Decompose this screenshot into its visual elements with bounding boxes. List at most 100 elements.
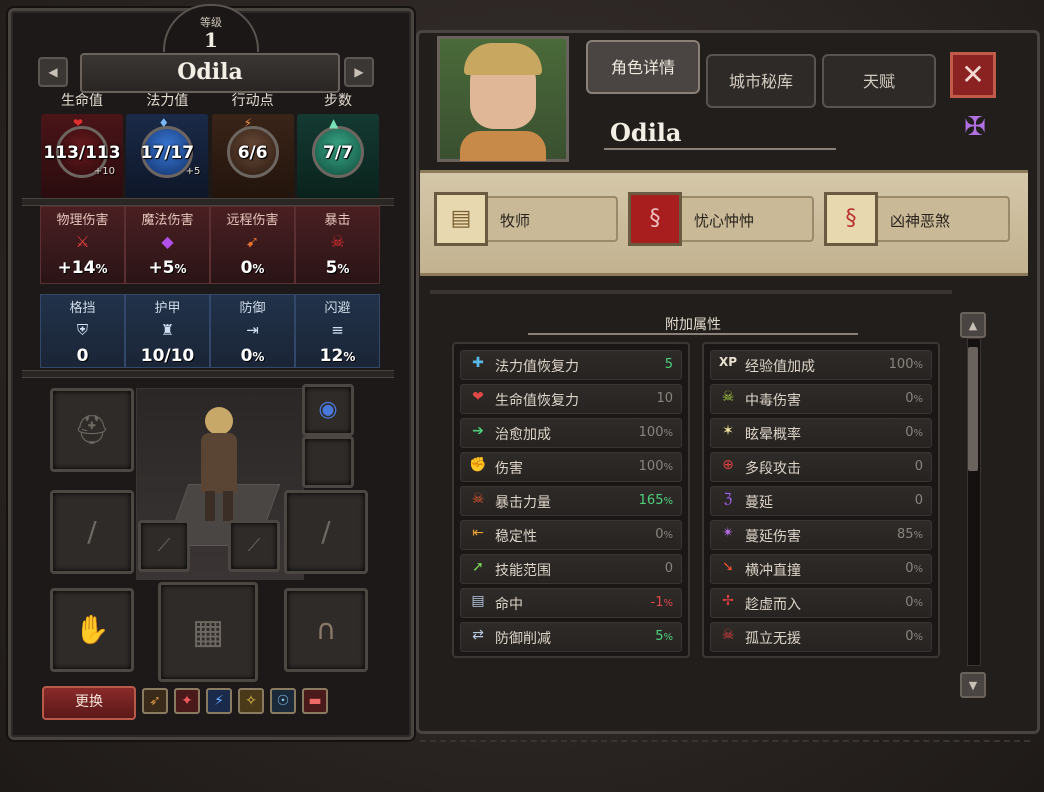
amulet-slot[interactable]: ◉ — [302, 384, 354, 436]
blood-sword-skill-icon[interactable]: ✦ — [174, 688, 200, 714]
character-body — [201, 433, 237, 493]
divider — [22, 198, 394, 206]
stat-value: 113/113 — [43, 143, 121, 163]
holy-strike-skill-icon[interactable]: ✧ — [238, 688, 264, 714]
swap-button[interactable]: 更换 — [42, 686, 136, 720]
attr-label: 横冲直撞 — [745, 563, 801, 579]
tab-talents[interactable]: 天赋 — [822, 54, 936, 108]
stat-title: 闪避 — [324, 301, 351, 316]
attr-isolated: ☠ 孤立无援 0% — [710, 622, 932, 652]
accuracy-icon: ▤ — [471, 593, 485, 609]
attr-spread: ℨ 蔓延 0 — [710, 486, 932, 516]
stat-title: 法力值 — [146, 93, 189, 109]
close-button[interactable]: ✕ — [950, 52, 996, 98]
attr-value: 0 — [914, 493, 923, 508]
attr-value: 10 — [656, 391, 673, 406]
attr-value: 0% — [905, 595, 923, 610]
spirit-skill-icon[interactable]: ☉ — [270, 688, 296, 714]
scroll-down-button[interactable]: ▼ — [960, 672, 986, 698]
attr-value: 0% — [905, 425, 923, 440]
stun-stars-icon: ✶ — [722, 423, 734, 439]
boots-slot[interactable]: ∩ — [284, 588, 368, 672]
trait-fierce[interactable]: § 凶神恶煞 — [824, 192, 1010, 246]
trait-label: 凶神恶煞 — [890, 212, 951, 230]
offhand-slot[interactable]: / — [284, 490, 368, 574]
trait-priest[interactable]: ▤ 牧师 — [434, 192, 618, 246]
stat-ranged-damage: 远程伤害 ➹ 0% — [210, 206, 295, 284]
dna-icon: § — [824, 192, 878, 246]
divider — [430, 290, 952, 294]
attr-value: 5 — [664, 357, 673, 372]
tab-character-details[interactable]: 角色详情 — [586, 40, 700, 94]
stat-title: 格挡 — [69, 301, 96, 316]
attr-value: -1% — [650, 595, 673, 610]
helmet-slot[interactable]: ⛑ — [50, 388, 134, 472]
attr-xp-bonus: XP 经验值加成 100% — [710, 350, 932, 380]
spread-icon: ℨ — [723, 491, 733, 507]
attr-spread-damage: ✴ 蔓延伤害 85% — [710, 520, 932, 550]
stat-regen: +5 — [185, 166, 201, 177]
lightning-blade-skill-icon[interactable]: ⚡ — [206, 688, 232, 714]
ring-slot[interactable] — [302, 436, 354, 488]
prev-character-button[interactable]: ◀ — [38, 57, 68, 87]
ring-slot-left[interactable]: ⟋ — [138, 520, 190, 572]
portrait-hair — [464, 43, 542, 75]
spread-damage-icon: ✴ — [722, 525, 734, 541]
crit-power-icon: ☠ — [471, 491, 485, 507]
poison-icon: ☠ — [721, 389, 735, 405]
stat-title: 物理伤害 — [56, 213, 109, 228]
attributes-left-list: ✚ 法力值恢复力 5 ❤ 生命值恢复力 10 ➔ 治愈加成 100% ✊ 伤害 … — [452, 342, 690, 658]
attr-label: 蔓延伤害 — [745, 529, 801, 545]
weapon-slot[interactable]: / — [50, 490, 134, 574]
spear-skill-icon[interactable]: ➶ — [142, 688, 168, 714]
dna-icon: § — [628, 192, 682, 246]
gloves-slot[interactable]: ✋ — [50, 588, 134, 672]
attr-value: 0% — [655, 527, 673, 542]
attr-label: 经验值加成 — [745, 359, 815, 375]
attr-charge: ➘ 横冲直撞 0% — [710, 554, 932, 584]
class-crest-icon: ✠ — [964, 112, 986, 142]
attr-value: 0% — [905, 391, 923, 406]
scroll-track[interactable] — [967, 338, 981, 666]
tab-city-vault[interactable]: 城市秘库 — [706, 54, 816, 108]
ring-slot-right[interactable]: ⟋ — [228, 520, 280, 572]
xp-icon: XP — [718, 355, 738, 369]
attributes-scrollbar[interactable]: ▲ ▼ — [960, 312, 986, 702]
attr-value: 100% — [638, 459, 673, 474]
trait-anxious[interactable]: § 忧心忡忡 — [628, 192, 814, 246]
stat-value: 5% — [325, 258, 350, 278]
scroll-thumb[interactable] — [968, 347, 978, 471]
next-character-button[interactable]: ▶ — [344, 57, 374, 87]
attr-mana-regen: ✚ 法力值恢复力 5 — [460, 350, 682, 380]
attr-crit-power: ☠ 暴击力量 165% — [460, 486, 682, 516]
stat-title: 步数 — [323, 93, 352, 109]
gloves-icon: ✋ — [74, 613, 110, 646]
attr-healing: ➔ 治愈加成 100% — [460, 418, 682, 448]
armor-slot[interactable]: ▦ — [158, 582, 258, 682]
stat-title: 防御 — [239, 301, 266, 316]
isolated-skull-icon: ☠ — [721, 627, 735, 643]
attr-value: 0% — [905, 561, 923, 576]
stat-title: 护甲 — [154, 301, 181, 316]
boots-icon: ∩ — [315, 613, 337, 646]
attr-label: 孤立无援 — [745, 631, 801, 647]
stat-value: +5% — [148, 258, 187, 278]
stat-value: 7/7 — [323, 143, 353, 163]
damage-stats-row: 物理伤害 ⚔ +14% 魔法伤害 ◆ +5% 远程伤害 ➹ 0% 暴击 ☠ 5% — [40, 206, 380, 284]
skill-range-icon: ➚ — [472, 559, 484, 575]
red-charm-skill-icon[interactable]: ▬ — [302, 688, 328, 714]
sword-icon: / — [87, 515, 97, 548]
attr-label: 暴击力量 — [495, 495, 551, 511]
skull-icon: ☠ — [330, 232, 345, 251]
stat-value: 0% — [240, 346, 265, 366]
defense-stats-row: 格挡 ⛨ 0 护甲 ♜ 10/10 防御 ⇥ 0% 闪避 ≡ 12% — [40, 294, 380, 368]
scroll-up-button[interactable]: ▲ — [960, 312, 986, 338]
stat-title: 暴击 — [324, 213, 351, 228]
attr-accuracy: ▤ 命中 -1% — [460, 588, 682, 618]
attributes-right-list: XP 经验值加成 100% ☠ 中毒伤害 0% ✶ 眩晕概率 0% ⊕ 多段攻击… — [702, 342, 940, 658]
shield-icon: ⛨ — [76, 321, 89, 339]
attr-armor-pierce: ⇄ 防御削减 5% — [460, 622, 682, 652]
vital-stats-row: 生命值 ❤ 113/113 +10 法力值 ♦ 17/17 +5 行动点 ⚡ 6… — [40, 92, 380, 202]
attr-poison-damage: ☠ 中毒伤害 0% — [710, 384, 932, 414]
stat-block: 格挡 ⛨ 0 — [40, 294, 125, 368]
